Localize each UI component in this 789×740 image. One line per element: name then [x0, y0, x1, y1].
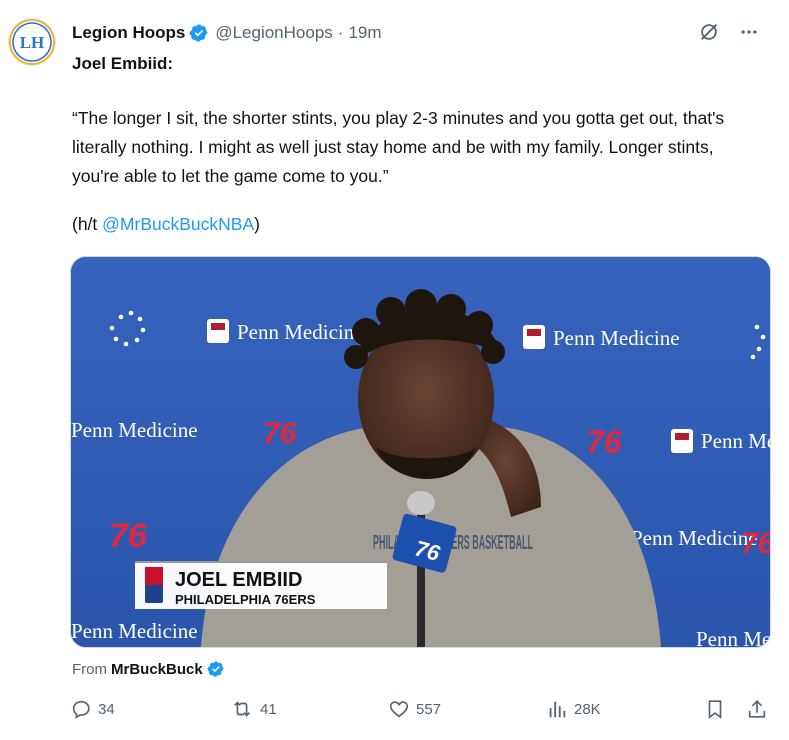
share-icon	[748, 700, 766, 718]
view-count: 28K	[574, 700, 601, 718]
sixers-logo: 76	[109, 517, 148, 555]
tweet-subject: Joel Embiid:	[72, 54, 174, 73]
share-button[interactable]	[746, 698, 768, 720]
source-attribution: From MrBuckBuck	[72, 660, 225, 678]
avatar[interactable]: LH	[8, 18, 56, 66]
tweet-header: Legion Hoops @LegionHoops · 19m	[72, 20, 779, 46]
sixers-logo: 76	[263, 417, 297, 450]
sponsor-text: Penn Medicine	[553, 326, 680, 350]
sixers-logo: 76	[586, 424, 622, 460]
sixers-logo: 76	[741, 527, 770, 560]
sponsor-text: Penn Medicine	[71, 619, 198, 643]
like-count: 557	[416, 700, 442, 718]
grok-icon[interactable]	[697, 20, 721, 44]
heart-icon	[389, 701, 409, 718]
bookmark-icon	[708, 700, 722, 719]
sponsor-text: Penn Medicine	[237, 320, 364, 344]
tweet-actions: 34 41 557 28K	[70, 698, 780, 726]
hat-tip-link[interactable]: @MrBuckBuckNBA	[102, 214, 254, 234]
hat-tip-prefix: (h/t	[72, 214, 103, 234]
video-media[interactable]: Penn Medicine Penn Medicine Penn Medicin…	[70, 256, 771, 648]
repost-icon	[234, 701, 250, 717]
repost-count: 41	[260, 700, 277, 718]
separator-dot: ·	[337, 23, 344, 42]
lower-third-name: JOEL EMBIID	[175, 569, 302, 591]
source-label: From	[72, 660, 107, 678]
sponsor-text: Penn Medicine	[71, 418, 198, 442]
tweet-quote-text: “The longer I sit, the shorter stints, y…	[72, 108, 725, 186]
lower-third-team: PHILADELPHIA 76ERS	[175, 592, 316, 607]
reply-icon	[72, 700, 90, 719]
timestamp[interactable]: 19m	[348, 23, 381, 43]
author-name[interactable]: Legion Hoops	[72, 23, 185, 43]
hat-tip-suffix: )	[254, 214, 260, 234]
reply-button[interactable]: 34	[70, 698, 115, 720]
more-options-icon[interactable]	[737, 20, 761, 44]
bookmark-button[interactable]	[704, 698, 726, 720]
verified-badge-icon	[189, 23, 209, 43]
lower-third: JOEL EMBIID PHILADELPHIA 76ERS	[135, 561, 387, 609]
source-account[interactable]: MrBuckBuck	[111, 661, 203, 678]
svg-text:LH: LH	[20, 33, 45, 52]
microphone-icon	[407, 491, 435, 515]
reply-count: 34	[98, 700, 115, 718]
verified-badge-icon	[207, 660, 225, 678]
repost-button[interactable]: 41	[230, 698, 277, 720]
sponsor-text: Penn Medicine	[631, 526, 758, 550]
like-button[interactable]: 557	[388, 698, 441, 720]
sponsor-text: Penn Medicine	[696, 627, 770, 647]
sponsor-text: Penn Medicine	[701, 429, 770, 453]
legion-hoops-logo: LH	[9, 19, 55, 65]
author-handle[interactable]: @LegionHoops	[215, 23, 332, 43]
views-button[interactable]: 28K	[546, 698, 601, 720]
views-chart-icon	[549, 701, 566, 718]
press-conference-frame: Penn Medicine Penn Medicine Penn Medicin…	[71, 257, 770, 647]
hat-tip-line: (h/t @MrBuckBuckNBA)	[72, 210, 260, 239]
header-actions	[697, 20, 761, 44]
